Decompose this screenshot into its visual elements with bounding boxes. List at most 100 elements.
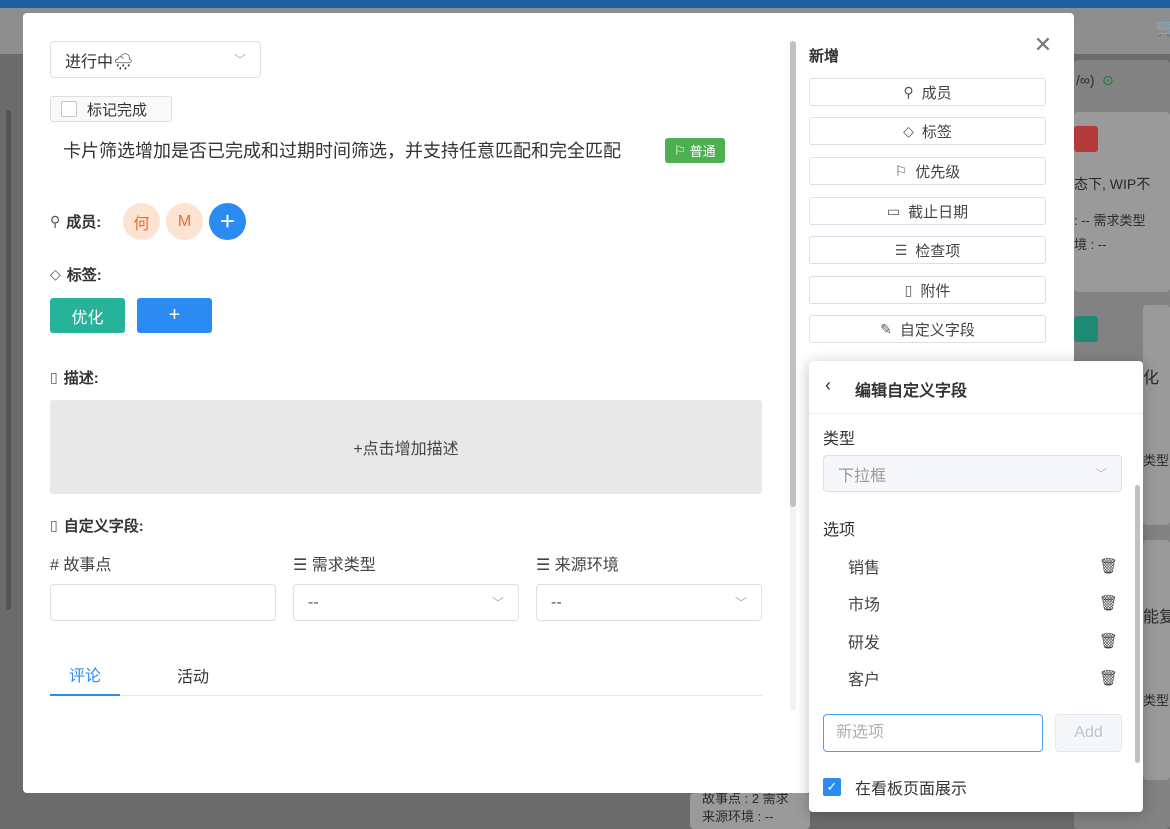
tags-label: 标签: bbox=[66, 267, 102, 284]
calendar-icon: ▭ bbox=[886, 202, 901, 219]
story-points-input[interactable] bbox=[50, 584, 276, 621]
members-section-label: ⚲ 成员: bbox=[50, 211, 101, 232]
tag-chip[interactable]: 优化 bbox=[50, 298, 125, 333]
close-icon[interactable]: ✕ bbox=[1031, 32, 1055, 57]
type-label: 类型 bbox=[823, 431, 856, 448]
app-top-bar bbox=[0, 0, 1170, 8]
checklist-icon: ☰ bbox=[894, 241, 908, 258]
check-circle-icon: ⊙ bbox=[1102, 72, 1114, 88]
user-icon: ⚲ bbox=[50, 213, 61, 229]
field-label-story-points: # 故事点 bbox=[50, 557, 112, 574]
board-card bbox=[1143, 305, 1170, 525]
board-card-text: 类型 bbox=[1143, 693, 1170, 708]
board-card-text: 能复 bbox=[1143, 609, 1170, 626]
file-icon: ▯ bbox=[904, 281, 913, 298]
trash-icon[interactable]: 🗑 bbox=[1099, 557, 1118, 575]
checkbox-box[interactable] bbox=[61, 101, 77, 117]
chevron-down-icon: ﹀ bbox=[233, 53, 246, 67]
option-label[interactable]: 市场 bbox=[848, 591, 880, 615]
add-member-sidebar-button[interactable]: ⚲ 成员 bbox=[809, 78, 1046, 106]
add-attachment-sidebar-button[interactable]: ▯ 附件 bbox=[809, 276, 1046, 304]
checkmark-icon[interactable]: ✓ bbox=[823, 778, 841, 796]
sidebar-button-label: 成员 bbox=[921, 84, 952, 102]
show-on-board-label: 在看板页面展示 bbox=[855, 781, 968, 798]
modal-scrollbar[interactable] bbox=[790, 41, 796, 507]
sidebar-button-label: 附件 bbox=[920, 282, 951, 300]
chevron-down-icon: ﹀ bbox=[1094, 467, 1107, 481]
column-header-text: /∞) bbox=[1076, 72, 1095, 88]
options-label: 选项 bbox=[823, 522, 856, 539]
source-env-value: -- bbox=[551, 593, 562, 611]
board-card bbox=[1143, 540, 1170, 780]
description-box[interactable]: +点击增加描述 bbox=[50, 400, 762, 494]
board-card-text: 境 : -- bbox=[1074, 237, 1107, 252]
new-option-input[interactable] bbox=[836, 724, 1030, 742]
mark-done-label: 标记完成 bbox=[87, 101, 148, 119]
option-label[interactable]: 研发 bbox=[848, 629, 880, 653]
tab-activity[interactable]: 活动 bbox=[158, 653, 228, 696]
document-icon: ▯ bbox=[50, 517, 58, 533]
avatar[interactable]: M bbox=[166, 203, 203, 240]
chevron-down-icon: ﹀ bbox=[491, 596, 504, 610]
chevron-left-icon[interactable]: ‹ bbox=[825, 375, 831, 396]
status-select[interactable]: 进行中🌧 ﹀ bbox=[50, 41, 261, 78]
add-option-button[interactable]: Add bbox=[1055, 714, 1122, 752]
add-custom-field-sidebar-button[interactable]: ✎ 自定义字段 bbox=[809, 315, 1046, 343]
cart-icon: 🛒 bbox=[1156, 20, 1170, 37]
add-tag-sidebar-button[interactable]: ◇ 标签 bbox=[809, 117, 1046, 145]
board-card-text: 化 bbox=[1143, 370, 1160, 387]
board-scrollbar bbox=[6, 110, 11, 610]
board-card-text: 类型 bbox=[1143, 453, 1170, 468]
card-title[interactable]: 卡片筛选增加是否已完成和过期时间筛选，并支持任意匹配和完全匹配 bbox=[63, 137, 621, 163]
field-label-source-env: ☰ 来源环境 bbox=[536, 557, 619, 574]
option-label[interactable]: 销售 bbox=[848, 554, 880, 578]
sidebar-button-label: 标签 bbox=[921, 123, 952, 141]
add-member-button[interactable]: + bbox=[209, 203, 246, 240]
activity-tabs: 评论 活动 bbox=[50, 653, 762, 696]
add-due-date-sidebar-button[interactable]: ▭ 截止日期 bbox=[809, 197, 1046, 225]
popover-scrollbar[interactable] bbox=[1135, 485, 1140, 763]
chevron-down-icon: ﹀ bbox=[734, 596, 747, 610]
add-checklist-sidebar-button[interactable]: ☰ 检查项 bbox=[809, 236, 1046, 264]
field-type-select: 下拉框 ﹀ bbox=[823, 455, 1122, 492]
board-card-text: 来源环境 : -- bbox=[702, 809, 774, 824]
sidebar-button-label: 截止日期 bbox=[908, 203, 969, 221]
flag-icon: ⚐ bbox=[674, 142, 686, 158]
field-type-value: 下拉框 bbox=[838, 467, 887, 485]
sidebar-button-label: 优先级 bbox=[915, 163, 961, 181]
add-priority-sidebar-button[interactable]: ⚐ 优先级 bbox=[809, 157, 1046, 185]
popover-header: ‹ 编辑自定义字段 bbox=[809, 361, 1143, 414]
priority-tag-label: 普通 bbox=[689, 144, 716, 159]
sidebar-button-label: 检查项 bbox=[915, 242, 961, 260]
requirement-type-select[interactable]: -- ﹀ bbox=[293, 584, 519, 621]
members-label: 成员: bbox=[66, 214, 102, 231]
tab-comments[interactable]: 评论 bbox=[50, 653, 120, 696]
trash-icon[interactable]: 🗑 bbox=[1099, 669, 1118, 687]
user-icon: ⚲ bbox=[903, 83, 914, 100]
sidebar-button-label: 自定义字段 bbox=[899, 321, 975, 339]
trash-icon[interactable]: 🗑 bbox=[1099, 594, 1118, 612]
description-section-label: ▯ 描述: bbox=[50, 367, 99, 388]
new-option-field[interactable] bbox=[823, 714, 1043, 752]
option-row: 研发 🗑 bbox=[848, 629, 1118, 653]
mark-done-checkbox[interactable]: 标记完成 bbox=[50, 96, 172, 122]
document-icon: ▯ bbox=[50, 369, 58, 385]
option-label[interactable]: 客户 bbox=[848, 666, 880, 690]
status-select-value: 进行中🌧 bbox=[65, 53, 134, 71]
trash-icon[interactable]: 🗑 bbox=[1099, 632, 1118, 650]
requirement-type-value: -- bbox=[308, 593, 319, 611]
edit-icon: ✎ bbox=[880, 320, 892, 337]
flag-icon: ⚐ bbox=[894, 162, 908, 179]
add-section-title: 新增 bbox=[809, 48, 840, 65]
field-label-requirement-type: ☰ 需求类型 bbox=[293, 557, 376, 574]
priority-tag[interactable]: ⚐ 普通 bbox=[665, 138, 725, 163]
option-row: 市场 🗑 bbox=[848, 591, 1118, 615]
popover-title: 编辑自定义字段 bbox=[855, 383, 968, 400]
board-card-text: 态下, WIP不 bbox=[1074, 176, 1151, 192]
show-on-board-checkbox[interactable]: ✓ 在看板页面展示 bbox=[823, 775, 967, 799]
avatar[interactable]: 何 bbox=[123, 203, 160, 240]
option-row: 销售 🗑 bbox=[848, 554, 1118, 578]
source-env-select[interactable]: -- ﹀ bbox=[536, 584, 762, 621]
board-card-tag bbox=[1074, 316, 1098, 342]
add-tag-button[interactable]: + bbox=[137, 298, 212, 333]
